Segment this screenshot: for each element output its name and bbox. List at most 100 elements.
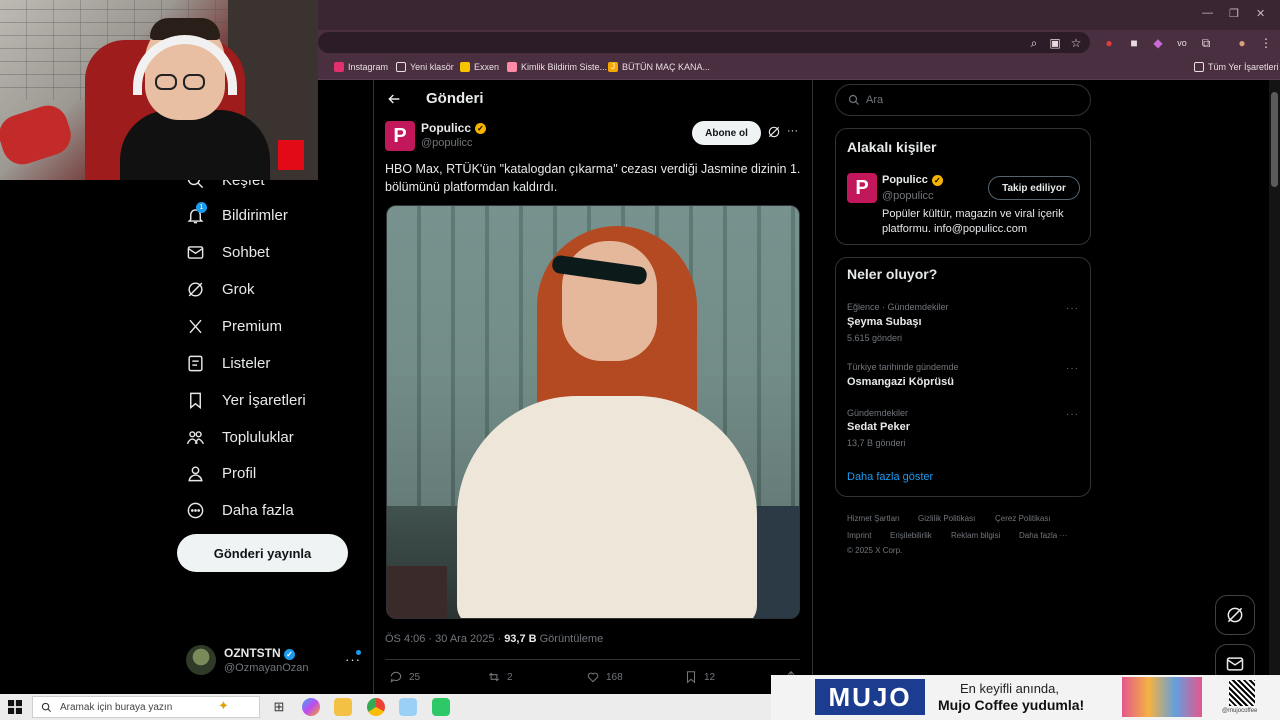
nav-premium[interactable]: Premium [186,314,282,338]
chrome-icon[interactable] [367,698,385,716]
file-explorer-icon[interactable] [334,698,352,716]
post-text: HBO Max, RTÜK'ün "katalogdan çıkarma" ce… [385,162,801,194]
streamer-shirt [120,110,270,180]
footer-imprint[interactable]: Imprint [847,531,871,540]
footer-accessibility[interactable]: Erişilebilirlik [890,531,932,540]
trends-title: Neler oluyor? [847,266,938,282]
author-name[interactable]: Populicc ✓ [421,121,487,135]
related-name[interactable]: Populicc ✓ [882,174,943,186]
trend-name[interactable]: Şeyma Subaşı [847,316,922,328]
subscribe-button[interactable]: Abone ol [692,121,761,145]
bookmark-icon [186,391,205,410]
nav-grok[interactable]: Grok [186,277,255,301]
search-input[interactable]: Ara [835,84,1091,116]
app-green-icon[interactable] [432,698,450,716]
instagram-icon [334,62,344,72]
communities-icon [186,428,205,447]
footer-terms[interactable]: Hizmet Şartları [847,514,900,523]
following-button[interactable]: Takip ediliyor [988,176,1080,200]
grok-icon[interactable] [767,125,781,139]
turkish-flag [278,140,304,170]
repost-icon [488,672,500,682]
glasses-left [155,74,177,90]
extension-vo-icon[interactable]: vo [1174,35,1190,51]
grok-icon [186,280,205,299]
profile-avatar-icon[interactable]: ● [1234,35,1250,51]
trend-name[interactable]: Sedat Peker [847,421,910,433]
extension-white-icon[interactable]: ■ [1126,35,1142,51]
trend-more-icon[interactable]: ··· [1066,409,1079,420]
install-app-icon[interactable]: ▣ [1047,35,1063,51]
sparkle-icon[interactable]: ✦ [218,698,229,714]
related-avatar[interactable]: P [847,173,877,203]
link-icon [507,62,517,72]
related-handle: @populicc [882,190,934,202]
post-button[interactable]: Gönderi yayınla [177,534,348,572]
author-avatar[interactable]: P [385,121,415,151]
scrollbar-thumb[interactable] [1271,92,1278,187]
mail-icon [186,243,205,262]
fur-coat [457,396,757,618]
webcam-overlay [0,0,318,180]
maximize-button[interactable]: ❐ [1229,7,1239,20]
post-photo[interactable] [386,205,800,619]
account-name[interactable]: OZNTSTN ✓ [224,646,296,660]
view-count: 93,7 B [504,633,537,645]
trend-count: 13,7 B gönderi [847,438,906,448]
nav-communities[interactable]: Topluluklar [186,425,294,449]
account-avatar[interactable] [186,645,216,675]
nav-more[interactable]: Daha fazla [186,498,294,522]
page-title: Gönderi [426,90,484,107]
bookmark-instagram[interactable]: Instagram [334,60,388,74]
glasses-right [183,74,205,90]
paint-app-icon[interactable] [399,698,417,716]
nav-profile[interactable]: Profil [186,461,256,485]
task-view-icon[interactable]: ⊞ [270,698,288,716]
bookmark-kimlik[interactable]: Kimlik Bildirim Siste... [507,60,607,74]
extension-purple-icon[interactable]: ◆ [1150,35,1166,51]
account-dot-indicator [356,650,361,655]
grok-fab[interactable] [1215,595,1255,635]
related-bio: Popüler kültür, magazin ve viral içerik … [882,208,1064,235]
microphone [0,100,77,170]
repost-button[interactable]: 2 [487,670,513,684]
back-arrow-icon[interactable] [386,91,402,107]
ad-logo: MUJO [815,679,925,715]
search-icon [848,94,859,105]
extension-red-icon[interactable]: ● [1101,35,1117,51]
trend-more-icon[interactable]: ··· [1066,303,1079,314]
post-more-icon[interactable]: ··· [787,125,798,137]
trend-name[interactable]: Osmangazi Köprüsü [847,376,954,388]
footer-ads[interactable]: Reklam bilgisi [951,531,1000,540]
trend-more-icon[interactable]: ··· [1066,363,1079,374]
footer-more[interactable]: Daha fazla ··· [1019,531,1067,540]
footer-cookies[interactable]: Çerez Politikası [995,514,1051,523]
address-bar[interactable] [318,32,1090,53]
like-button[interactable]: 168 [586,670,623,684]
nav-bookmarks[interactable]: Yer İşaretleri [186,388,306,412]
close-window-button[interactable]: ✕ [1256,7,1265,20]
ad-social-handle: @mujocoffee [1222,708,1258,714]
bookmark-new-folder[interactable]: Yeni klasör [396,60,454,74]
footer-privacy[interactable]: Gizlilik Politikası [918,514,975,523]
trend-category: Eğlence · Gündemdekiler [847,302,949,312]
reply-icon [390,671,402,683]
nav-lists[interactable]: Listeler [186,351,270,375]
all-bookmarks[interactable]: Tüm Yer İşaretleri [1194,60,1279,74]
verified-gold-icon: ✓ [931,174,943,186]
browser-menu-icon[interactable]: ⋮ [1258,35,1274,51]
bookmark-button[interactable]: 12 [684,670,715,684]
windows-start-icon[interactable] [8,700,22,714]
nav-chat[interactable]: Sohbet [186,240,270,264]
footer-copyright: © 2025 X Corp. [847,546,903,555]
extensions-puzzle-icon[interactable]: ⧉ [1198,35,1214,51]
show-more-link[interactable]: Daha fazla göster [847,471,933,483]
copilot-icon[interactable] [302,698,320,716]
divider [385,659,800,660]
reply-button[interactable]: 25 [389,670,420,684]
bookmark-exxen[interactable]: Exxen [460,60,499,74]
bookmark-butun-mac[interactable]: J BÜTÜN MAÇ KANA... [608,60,710,74]
star-icon[interactable]: ☆ [1068,35,1084,51]
minimize-button[interactable]: — [1202,7,1213,19]
zoom-icon[interactable]: ⌕ [1026,35,1042,51]
